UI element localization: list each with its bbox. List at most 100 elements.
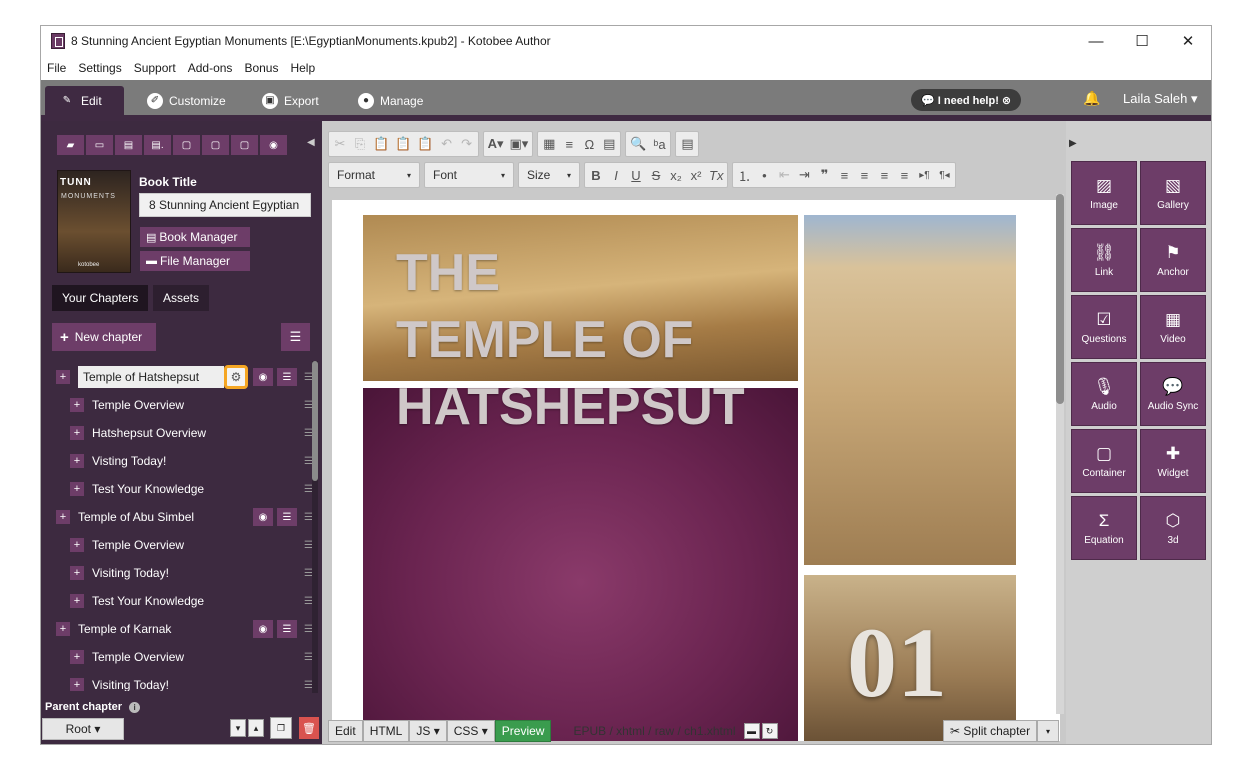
ltr-icon[interactable]: ▸¶ (917, 170, 931, 181)
widget-container[interactable]: ▢ Container (1071, 429, 1137, 493)
eye-icon[interactable]: ◉ (253, 508, 273, 526)
numbered-list-icon[interactable]: ⒈ (737, 166, 751, 185)
tab-edit[interactable]: ✎ Edit (45, 86, 124, 115)
menu-settings[interactable]: Settings (78, 61, 121, 75)
mode-edit-button[interactable]: Edit (328, 720, 363, 742)
table-icon[interactable]: ▦ (542, 136, 556, 152)
blockquote-icon[interactable]: ❞ (817, 167, 831, 183)
file-manager-button[interactable]: ▬ File Manager (140, 251, 250, 271)
menu-help[interactable]: Help (290, 61, 315, 75)
tab-assets[interactable]: Assets (153, 285, 210, 311)
widget-gallery[interactable]: ▧ Gallery (1140, 161, 1206, 225)
replace-icon[interactable]: ᵇa (652, 137, 666, 152)
mode-css-button[interactable]: CSS ▾ (446, 720, 495, 742)
widget-video[interactable]: ▦ Video (1140, 295, 1206, 359)
editor-scroll-thumb[interactable] (1056, 194, 1064, 404)
eye-icon[interactable]: ◉ (253, 368, 273, 386)
chapter-item[interactable]: + Visiting Today! ☰ (41, 671, 322, 691)
import-epub-icon[interactable]: ▢ (202, 135, 229, 155)
expand-plus-icon[interactable]: + (56, 370, 70, 384)
expand-plus-icon[interactable]: + (70, 538, 84, 552)
move-up-icon[interactable]: ▴ (248, 719, 264, 737)
chapter-item[interactable]: + Test Your Knowledge ☰ (41, 475, 322, 503)
expand-plus-icon[interactable]: + (70, 482, 84, 496)
horizontal-line-icon[interactable]: ≡ (562, 137, 576, 152)
menu-addons[interactable]: Add-ons (188, 61, 233, 75)
tab-export[interactable]: ▣ Export (248, 86, 333, 115)
subscript-icon[interactable]: x₂ (669, 168, 683, 183)
tab-manage[interactable]: ● Manage (344, 86, 437, 115)
italic-icon[interactable]: I (609, 168, 623, 183)
chapter-list-scroll-thumb[interactable] (312, 361, 318, 481)
widget-anchor[interactable]: ⚑ Anchor (1140, 228, 1206, 292)
bell-icon[interactable]: 🔔 (1083, 90, 1100, 107)
bold-icon[interactable]: B (589, 168, 603, 183)
expand-plus-icon[interactable]: + (70, 678, 84, 691)
widget-questions[interactable]: ☑ Questions (1071, 295, 1137, 359)
chapter-menu-icon[interactable]: ☰ (277, 368, 297, 386)
web-icon[interactable]: ◉ (260, 135, 287, 155)
underline-icon[interactable]: U (629, 168, 643, 183)
clear-format-icon[interactable]: Tx (709, 168, 723, 183)
chapter-item[interactable]: + Temple Overview ☰ (41, 391, 322, 419)
expand-panel-icon[interactable]: ▶ (1069, 138, 1077, 149)
chapter-item[interactable]: + Temple of Hatshepsut ⚙ ◉ ☰ ☰ (41, 363, 322, 391)
import-pdf-icon[interactable]: ▢ (173, 135, 200, 155)
tab-customize[interactable]: ✐ Customize (133, 86, 240, 115)
tab-your-chapters[interactable]: Your Chapters (52, 285, 149, 311)
expand-plus-icon[interactable]: + (70, 566, 84, 580)
chapter-item[interactable]: + Visiting Today! ☰ (41, 559, 322, 587)
widget-equation[interactable]: Σ Equation (1071, 496, 1137, 560)
move-down-icon[interactable]: ▾ (230, 719, 246, 737)
widget-audio[interactable]: 🎙 Audio (1071, 362, 1137, 426)
chapter-number[interactable]: 01 (847, 605, 947, 720)
chapter-item[interactable]: + Temple of Abu Simbel ◉ ☰ ☰ (41, 503, 322, 531)
chapter-item[interactable]: + Test Your Knowledge ☰ (41, 587, 322, 615)
paste-text-icon[interactable]: 📋 (395, 136, 411, 152)
expand-plus-icon[interactable]: + (70, 426, 84, 440)
book-title-input[interactable]: 8 Stunning Ancient Egyptian (139, 193, 311, 217)
html-block-icon[interactable]: ▤ (602, 136, 616, 152)
duplicate-icon[interactable]: ❐ (270, 717, 292, 739)
background-color-icon[interactable]: ▣▾ (509, 136, 528, 152)
cut-icon[interactable]: ✂ (333, 136, 347, 152)
open-folder-icon[interactable]: ▭ (86, 135, 113, 155)
chapter-item[interactable]: + Temple Overview ☰ (41, 643, 322, 671)
document-canvas[interactable]: THE TEMPLE OF HATSHEPSUT 01 (332, 200, 1060, 741)
delete-chapter-icon[interactable]: 🗑 (299, 717, 319, 739)
minimize-button[interactable]: — (1073, 26, 1119, 56)
chapter-item[interactable]: + Temple of Karnak ◉ ☰ ☰ (41, 615, 322, 643)
menu-file[interactable]: File (47, 61, 66, 75)
save-as-icon[interactable]: ▤. (144, 135, 171, 155)
undo-icon[interactable]: ↶ (440, 136, 454, 152)
widget-audio-sync[interactable]: 💬 Audio Sync (1140, 362, 1206, 426)
info-icon[interactable]: i (129, 701, 141, 713)
chapter-headline[interactable]: THE TEMPLE OF HATSHEPSUT (396, 240, 745, 441)
widget-image[interactable]: ▨ Image (1071, 161, 1137, 225)
format-dropdown[interactable]: Format ▾ (328, 162, 420, 188)
superscript-icon[interactable]: x² (689, 168, 703, 183)
expand-plus-icon[interactable]: + (56, 622, 70, 636)
mode-js-button[interactable]: JS ▾ (409, 720, 447, 742)
gear-icon[interactable]: ⚙ (224, 365, 248, 389)
eye-icon[interactable]: ◉ (253, 620, 273, 638)
collapse-sidebar-icon[interactable]: ◀ (307, 137, 315, 148)
align-center-icon[interactable]: ≡ (857, 168, 871, 183)
preview-button[interactable]: Preview (494, 720, 552, 742)
bullet-list-icon[interactable]: • (757, 168, 771, 183)
expand-plus-icon[interactable]: + (56, 510, 70, 524)
menu-support[interactable]: Support (134, 61, 176, 75)
split-chapter-button[interactable]: ✂ Split chapter (943, 720, 1038, 742)
expand-plus-icon[interactable]: + (70, 454, 84, 468)
maximize-button[interactable]: ☐ (1119, 26, 1165, 56)
new-chapter-button[interactable]: + New chapter (52, 323, 156, 351)
paste-icon[interactable]: 📋 (373, 136, 389, 152)
book-manager-button[interactable]: ▤ Book Manager (140, 227, 250, 247)
new-file-icon[interactable]: ▰ (57, 135, 84, 155)
indent-icon[interactable]: ⇥ (797, 167, 811, 183)
align-justify-icon[interactable]: ≡ (897, 168, 911, 183)
book-cover-thumbnail[interactable]: TUNN MONUMENTS kotobee (57, 170, 131, 273)
redo-icon[interactable]: ↷ (460, 136, 474, 152)
copy-icon[interactable]: ⎘ (353, 136, 367, 152)
expand-plus-icon[interactable]: + (70, 594, 84, 608)
